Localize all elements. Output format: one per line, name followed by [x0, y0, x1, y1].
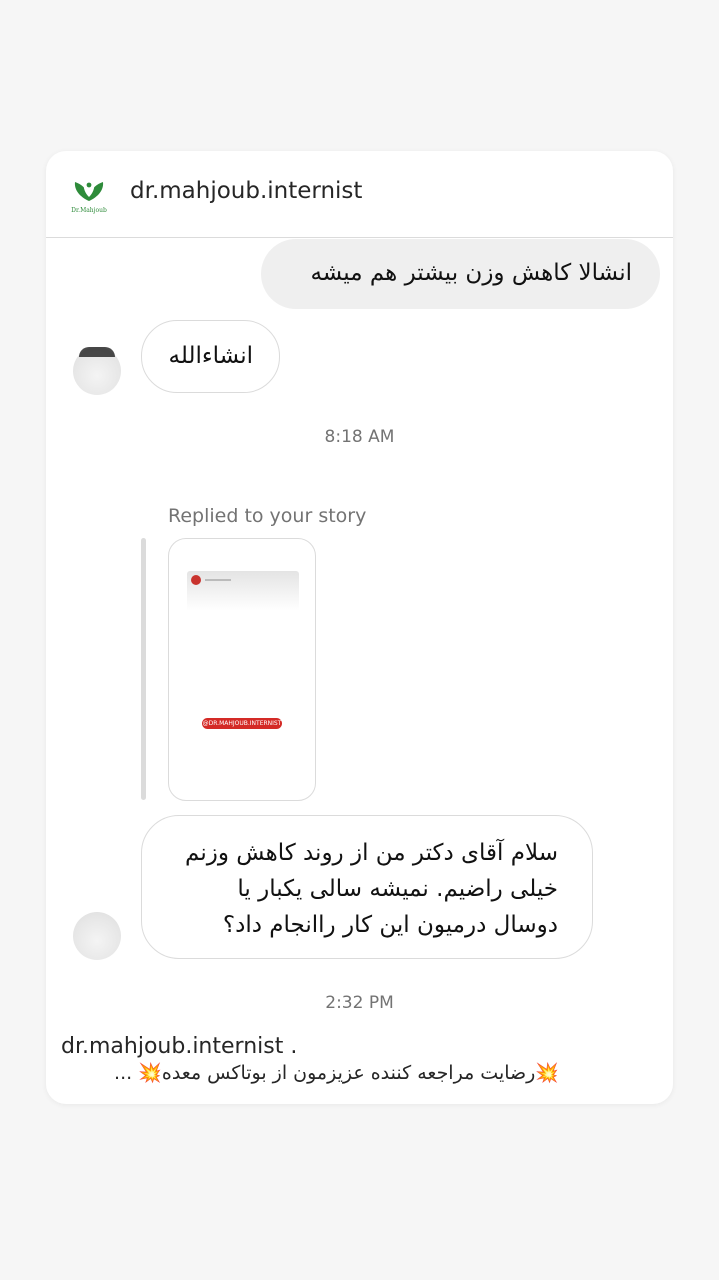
- shared-post-caption[interactable]: 💥رضایت مراجعه کننده عزیزمون از بوتاکس مع…: [61, 1061, 559, 1084]
- message-timestamp: 2:32 PM: [325, 993, 394, 1013]
- sender-avatar[interactable]: [73, 912, 121, 960]
- message-line: سلام آقای دکتر من از روند کاهش وزنم: [185, 840, 558, 866]
- sender-avatar[interactable]: [73, 347, 121, 395]
- story-mention-tag: @DR.MAHJOUB.INTERNIST: [202, 718, 282, 729]
- reply-indicator-bar: [141, 538, 146, 800]
- message-line: خیلی راضیم. نمیشه سالی یکبار یا: [237, 876, 558, 902]
- story-profile-name: [205, 579, 231, 581]
- story-header-strip: [187, 571, 299, 611]
- replied-to-story-label: Replied to your story: [168, 505, 367, 527]
- doctor-logo-icon[interactable]: Dr.Mahjoub: [66, 171, 112, 217]
- story-profile-icon: [191, 575, 201, 585]
- logo-wordmark: Dr.Mahjoub: [71, 207, 107, 214]
- incoming-message[interactable]: انشاءالله: [141, 320, 280, 393]
- story-thumbnail[interactable]: @DR.MAHJOUB.INTERNIST: [168, 538, 316, 801]
- conversation-card: Dr.Mahjoub dr.mahjoub.internist انشالا ک…: [46, 151, 673, 1104]
- incoming-message[interactable]: سلام آقای دکتر من از روند کاهش وزنم خیلی…: [141, 815, 593, 959]
- outgoing-message[interactable]: انشالا کاهش وزن بیشتر هم میشه: [261, 239, 660, 309]
- shared-post-username[interactable]: dr.mahjoub.internist .: [61, 1034, 297, 1059]
- chat-username[interactable]: dr.mahjoub.internist: [130, 178, 362, 204]
- message-line: دوسال درمیون این کار راانجام داد؟: [222, 912, 558, 938]
- chat-header: Dr.Mahjoub dr.mahjoub.internist: [46, 151, 673, 238]
- message-timestamp: 8:18 AM: [324, 427, 395, 447]
